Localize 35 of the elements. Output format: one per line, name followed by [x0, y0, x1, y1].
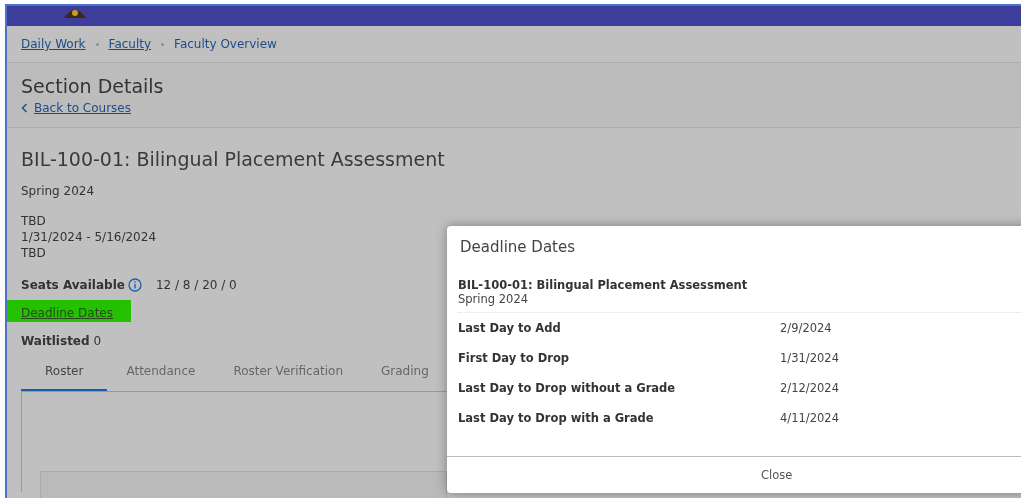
- breadcrumb-link[interactable]: Daily Work: [21, 37, 86, 51]
- page-title: Section Details: [21, 75, 165, 97]
- deadline-date: 2/9/2024: [780, 321, 833, 335]
- deadline-label: Last Day to Drop with a Grade: [458, 411, 655, 425]
- tab[interactable]: Roster: [21, 356, 108, 391]
- meeting-info: 1/31/2024 - 5/16/2024: [21, 229, 157, 245]
- info-icon[interactable]: [127, 278, 142, 292]
- deadline-date: 1/31/2024: [780, 351, 840, 365]
- separator-dot: [161, 42, 165, 46]
- term-text: Spring 2024: [21, 184, 96, 198]
- tab[interactable]: Roster Verification: [214, 356, 363, 391]
- chevron-left-icon: [21, 103, 28, 113]
- breadcrumb-current: Faculty Overview: [174, 37, 277, 51]
- seats-label: Seats Available: [21, 278, 125, 292]
- meeting-info: TBD: [21, 245, 46, 261]
- deadline-label: First Day to Drop: [458, 351, 571, 365]
- course-term: Spring 2024: [458, 292, 1021, 313]
- close-button[interactable]: Close: [755, 464, 799, 486]
- course-title: BIL-100-01: Bilingual Placement Assessment: [458, 278, 749, 292]
- deadline-date: 4/11/2024: [780, 411, 840, 425]
- separator-dot: [95, 42, 99, 46]
- waitlisted-value: 0: [93, 334, 102, 348]
- deadline-dates-link[interactable]: Deadline Dates: [7, 300, 131, 322]
- seats-value: 12 / 8 / 20 / 0: [155, 278, 237, 292]
- deadline-label: Last Day to Drop without a Grade: [458, 381, 677, 395]
- waitlisted-label: Waitlisted: [21, 334, 90, 348]
- section-title: BIL-100-01: Bilingual Placement Assessment: [21, 148, 446, 170]
- tab[interactable]: Attendance: [107, 356, 215, 391]
- deadline-label: Last Day to Add: [458, 321, 562, 335]
- dialog-title: Deadline Dates: [460, 238, 576, 256]
- back-link[interactable]: Back to Courses: [34, 101, 131, 115]
- tab[interactable]: Grading: [362, 356, 447, 391]
- breadcrumb-link[interactable]: Faculty: [108, 37, 152, 51]
- deadline-date: 2/12/2024: [780, 381, 840, 395]
- meeting-info: TBD: [21, 213, 46, 229]
